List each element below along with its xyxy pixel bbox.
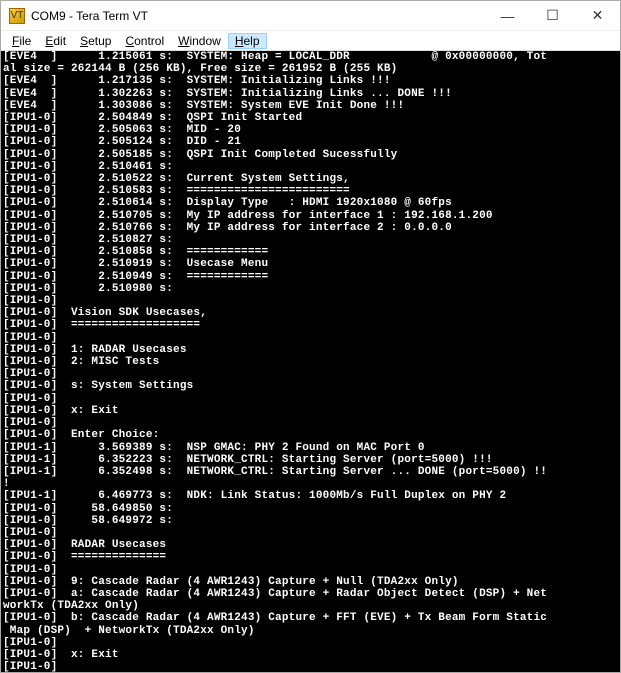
terminal-line: [IPU1-0] <box>3 368 618 380</box>
terminal-line: [IPU1-0] 2.505185 s: QSPI Init Completed… <box>3 149 618 161</box>
terminal-line: [IPU1-1] 6.352223 s: NETWORK_CTRL: Start… <box>3 454 618 466</box>
terminal-line: [IPU1-0] 1: RADAR Usecases <box>3 344 618 356</box>
title-bar[interactable]: VT COM9 - Tera Term VT — ☐ ✕ <box>1 1 620 31</box>
terminal-line: [EVE4 ] 1.303086 s: SYSTEM: System EVE I… <box>3 100 618 112</box>
terminal-line: [IPU1-0] 2.510614 s: Display Type : HDMI… <box>3 197 618 209</box>
menu-file[interactable]: File <box>5 33 38 49</box>
app-icon: VT <box>9 8 25 24</box>
terminal-output[interactable]: [EVE4 ] 1.215061 s: SYSTEM: Heap = LOCAL… <box>1 51 620 672</box>
terminal-line: [IPU1-0] 2.510705 s: My IP address for i… <box>3 210 618 222</box>
terminal-line: [IPU1-0] 2.510858 s: ============ <box>3 246 618 258</box>
window-title: COM9 - Tera Term VT <box>31 9 485 23</box>
terminal-line: [IPU1-0] =================== <box>3 319 618 331</box>
terminal-line: [IPU1-0] 2.510461 s: <box>3 161 618 173</box>
terminal-line: [IPU1-0] b: Cascade Radar (4 AWR1243) Ca… <box>3 612 618 624</box>
menu-control[interactable]: Control <box>118 33 171 49</box>
terminal-line: [IPU1-0] 2.510980 s: <box>3 283 618 295</box>
terminal-line: [IPU1-0] 58.649850 s: <box>3 503 618 515</box>
terminal-line: [IPU1-0] Enter Choice: <box>3 429 618 441</box>
terminal-line: [IPU1-0] 9: Cascade Radar (4 AWR1243) Ca… <box>3 576 618 588</box>
maximize-button[interactable]: ☐ <box>530 1 575 31</box>
close-button[interactable]: ✕ <box>575 1 620 31</box>
terminal-line: [EVE4 ] 1.217135 s: SYSTEM: Initializing… <box>3 75 618 87</box>
terminal-line: Map (DSP) + NetworkTx (TDA2xx Only) <box>3 625 618 637</box>
terminal-line: [IPU1-0] <box>3 637 618 649</box>
menu-setup[interactable]: Setup <box>73 33 118 49</box>
terminal-line: [IPU1-0] <box>3 661 618 672</box>
terminal-line: [IPU1-0] <box>3 295 618 307</box>
terminal-line: [IPU1-0] 58.649972 s: <box>3 515 618 527</box>
menu-edit[interactable]: Edit <box>38 33 73 49</box>
terminal-line: [IPU1-0] 2.510583 s: ===================… <box>3 185 618 197</box>
terminal-line: [IPU1-0] 2.510827 s: <box>3 234 618 246</box>
app-window: VT COM9 - Tera Term VT — ☐ ✕ FileEditSet… <box>0 0 621 673</box>
terminal-line: [IPU1-0] <box>3 527 618 539</box>
terminal-line: [IPU1-0] x: Exit <box>3 649 618 661</box>
terminal-line: [IPU1-1] 6.352498 s: NETWORK_CTRL: Start… <box>3 466 618 478</box>
terminal-line: ! <box>3 478 618 490</box>
terminal-line: al size = 262144 B (256 KB), Free size =… <box>3 63 618 75</box>
terminal-line: [IPU1-0] <box>3 564 618 576</box>
menu-bar: FileEditSetupControlWindowHelp <box>1 31 620 51</box>
terminal-line: [EVE4 ] 1.215061 s: SYSTEM: Heap = LOCAL… <box>3 51 618 63</box>
terminal-line: [IPU1-0] <box>3 393 618 405</box>
terminal-line: [IPU1-0] s: System Settings <box>3 380 618 392</box>
terminal-line: [IPU1-0] 2.510766 s: My IP address for i… <box>3 222 618 234</box>
menu-help[interactable]: Help <box>228 33 267 49</box>
terminal-line: [IPU1-0] RADAR Usecases <box>3 539 618 551</box>
terminal-line: [IPU1-0] <box>3 332 618 344</box>
terminal-line: [IPU1-0] 2.505124 s: DID - 21 <box>3 136 618 148</box>
terminal-line: [IPU1-0] 2.510919 s: Usecase Menu <box>3 258 618 270</box>
terminal-line: [IPU1-0] x: Exit <box>3 405 618 417</box>
terminal-line: [IPU1-0] 2.505063 s: MID - 20 <box>3 124 618 136</box>
terminal-line: [IPU1-0] Vision SDK Usecases, <box>3 307 618 319</box>
minimize-button[interactable]: — <box>485 1 530 31</box>
terminal-line: [IPU1-0] 2: MISC Tests <box>3 356 618 368</box>
terminal-line: [IPU1-1] 3.569389 s: NSP GMAC: PHY 2 Fou… <box>3 442 618 454</box>
terminal-line: workTx (TDA2xx Only) <box>3 600 618 612</box>
terminal-line: [IPU1-0] <box>3 417 618 429</box>
terminal-line: [IPU1-0] ============== <box>3 551 618 563</box>
terminal-line: [IPU1-0] 2.510949 s: ============ <box>3 271 618 283</box>
terminal-line: [IPU1-1] 6.469773 s: NDK: Link Status: 1… <box>3 490 618 502</box>
terminal-line: [IPU1-0] 2.510522 s: Current System Sett… <box>3 173 618 185</box>
terminal-line: [EVE4 ] 1.302263 s: SYSTEM: Initializing… <box>3 88 618 100</box>
terminal-line: [IPU1-0] a: Cascade Radar (4 AWR1243) Ca… <box>3 588 618 600</box>
menu-window[interactable]: Window <box>171 33 228 49</box>
terminal-line: [IPU1-0] 2.504849 s: QSPI Init Started <box>3 112 618 124</box>
